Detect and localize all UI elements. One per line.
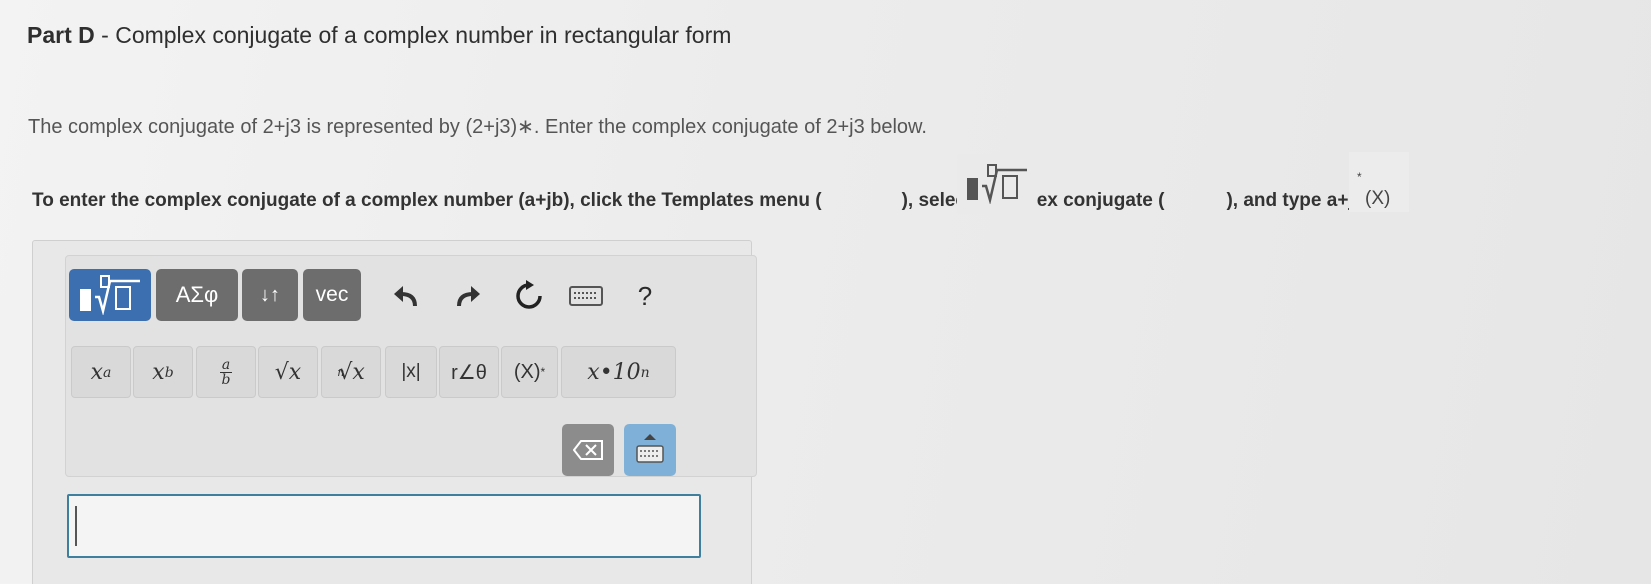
help-button[interactable]: ?	[630, 274, 660, 318]
sci-base: x•10	[587, 359, 641, 385]
conj-button-label: (X)	[513, 360, 541, 383]
nthroot-template-button[interactable]: n √x	[321, 346, 381, 398]
keyboard-up-icon	[636, 434, 664, 463]
conj-button-sup: *	[540, 365, 546, 379]
fraction-template-button[interactable]: a b	[196, 346, 256, 398]
keyboard-icon[interactable]	[566, 278, 606, 314]
subscript-index: b	[164, 364, 174, 381]
sqrt-template-button[interactable]: √x	[258, 346, 318, 398]
part-heading: Complex conjugate of a complex number in…	[115, 22, 732, 48]
template-glyph-icon	[967, 164, 1027, 204]
nthroot-symbol: √x	[338, 359, 365, 385]
power-template-button[interactable]: xa	[71, 346, 131, 398]
undo-icon[interactable]	[388, 276, 424, 316]
subscript-base: x	[152, 359, 165, 385]
conj-icon-sup: *	[1357, 170, 1362, 184]
templates-menu-icon	[957, 154, 1037, 214]
sqrt-symbol: √x	[274, 359, 302, 385]
part-label: Part D	[27, 22, 95, 48]
arrows-button[interactable]: ↓↑	[242, 269, 298, 321]
redo-icon[interactable]	[450, 276, 486, 316]
intro-text: The complex conjugate of 2+j3 is represe…	[28, 116, 927, 138]
complex-conjugate-icon: (X) *	[1349, 152, 1409, 212]
power-base: x	[90, 359, 104, 385]
instructions-part1: To enter the complex conjugate of a comp…	[32, 190, 822, 211]
sci-exponent: n	[640, 364, 650, 381]
reset-icon[interactable]	[509, 274, 549, 318]
vector-button[interactable]: vec	[303, 269, 361, 321]
scientific-notation-button[interactable]: x•10 n	[561, 346, 676, 398]
subscript-template-button[interactable]: xb	[133, 346, 193, 398]
instructions: To enter the complex conjugate of a comp…	[32, 190, 1371, 212]
backspace-button[interactable]	[562, 424, 614, 476]
fraction-numerator: a	[221, 356, 231, 373]
math-toolbar: ΑΣφ ↓↑ vec ? xa xb a b √x n √x |x| r∠θ (…	[65, 255, 757, 477]
fraction-denominator: b	[221, 371, 231, 388]
part-title: Part D - Complex conjugate of a complex …	[27, 22, 731, 49]
templates-button[interactable]	[69, 269, 151, 321]
complex-conjugate-button[interactable]: (X) *	[501, 346, 558, 398]
absolute-value-button[interactable]: |x|	[385, 346, 437, 398]
templates-icon	[80, 275, 140, 315]
text-cursor	[75, 506, 77, 546]
greek-symbols-button[interactable]: ΑΣφ	[156, 269, 238, 321]
power-exponent: a	[103, 364, 112, 381]
keyboard-toggle-button[interactable]	[624, 424, 676, 476]
answer-input[interactable]	[67, 494, 701, 558]
backspace-icon	[573, 440, 603, 460]
conj-icon-label: (X)	[1365, 188, 1391, 209]
title-separator: -	[94, 22, 116, 48]
math-editor: ΑΣφ ↓↑ vec ? xa xb a b √x n √x |x| r∠θ (…	[32, 240, 757, 584]
polar-form-button[interactable]: r∠θ	[439, 346, 499, 398]
